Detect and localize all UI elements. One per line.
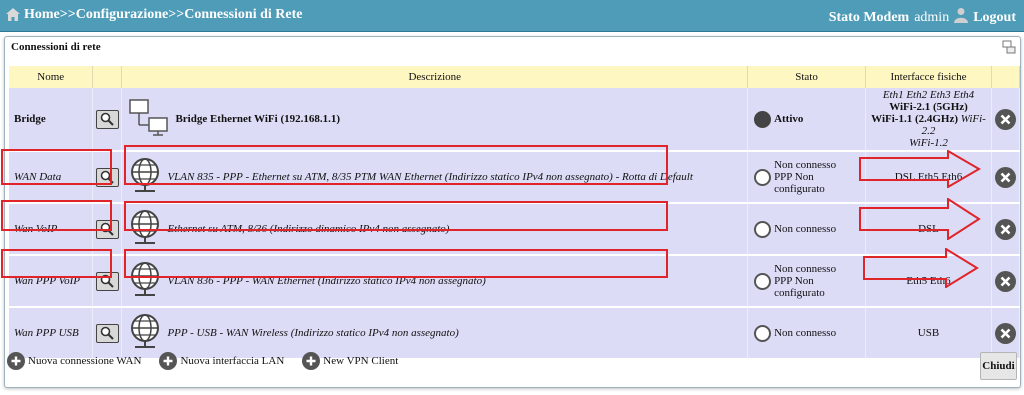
annotation-box-desc-wan-data	[124, 145, 668, 185]
physical-interfaces: USB	[917, 327, 940, 339]
status-subtext: PPP Non configurato	[774, 275, 825, 299]
connection-description: Bridge Ethernet WiFi (192.168.1.1)	[175, 113, 341, 125]
status-text: Non connesso	[774, 159, 837, 171]
delete-icon[interactable]	[994, 108, 1016, 130]
iface-line: WiFi-1.2	[909, 137, 948, 149]
plus-icon	[302, 352, 321, 370]
logout-link[interactable]: Logout	[973, 10, 1016, 26]
bottom-actions: Nuova connessione WAN Nuova interfaccia …	[7, 352, 398, 370]
connection-name: Wan PPP USB	[14, 327, 79, 339]
new-lan-label: Nuova interfaccia LAN	[180, 355, 285, 367]
status-active-icon	[754, 110, 772, 128]
user-icon	[954, 7, 969, 28]
column-header-interfacce: Interfacce fisiche	[865, 66, 992, 88]
status-inactive-icon	[754, 272, 772, 290]
delete-icon[interactable]	[994, 218, 1016, 240]
status-text: Attivo	[774, 113, 804, 125]
status-inactive-icon	[754, 324, 772, 342]
status-subtext: PPP Non configurato	[774, 171, 825, 195]
column-header-nome: Nome	[9, 66, 94, 88]
annotation-box-desc-wan-ppp-voip	[124, 249, 668, 278]
annotation-box-name-wan-data	[1, 149, 112, 185]
iface-line: WiFi-1.1 (2.4GHz)	[871, 113, 959, 125]
new-wan-connection-button[interactable]: Nuova connessione WAN	[7, 352, 141, 370]
delete-icon[interactable]	[994, 270, 1016, 292]
connection-description: PPP - USB - WAN Wireless (Indirizzo stat…	[167, 327, 459, 339]
iface-line: WiFi-2.1 (5GHz)	[889, 101, 968, 113]
column-header-view	[92, 66, 123, 88]
globe-icon	[129, 313, 161, 354]
stato-modem-link[interactable]: Stato Modem	[829, 10, 910, 26]
status-text: Non connesso	[774, 327, 837, 339]
new-vpn-label: New VPN Client	[323, 355, 399, 367]
status-inactive-icon	[754, 220, 772, 238]
panel-title: Connessioni di rete	[11, 41, 101, 53]
status-text: Non connesso	[774, 263, 837, 275]
delete-icon[interactable]	[994, 166, 1016, 188]
column-header-descrizione: Descrizione	[121, 66, 749, 88]
magnifier-icon[interactable]	[95, 323, 119, 343]
status-text: Non connesso	[774, 223, 837, 235]
new-vpn-client-button[interactable]: New VPN Client	[302, 352, 398, 370]
annotation-box-name-wan-ppp-voip	[1, 249, 112, 278]
annotation-box-desc-wan-voip	[124, 201, 668, 231]
plus-icon	[7, 352, 25, 370]
header-right: Stato Modem admin Logout	[829, 7, 1016, 28]
magnifier-icon[interactable]	[95, 109, 119, 129]
delete-icon[interactable]	[994, 322, 1016, 344]
column-header-delete	[991, 66, 1021, 88]
annotation-arrow-icon	[859, 150, 981, 188]
connection-name: Bridge	[14, 113, 46, 125]
plus-icon	[159, 352, 178, 370]
annotation-box-name-wan-voip	[1, 200, 112, 231]
table-row: Bridge Bridge Ethernet WiFi (192.168.1.1…	[9, 88, 1021, 152]
new-lan-interface-button[interactable]: Nuova interfaccia LAN	[159, 352, 284, 370]
breadcrumb[interactable]: Home>>Configurazione>>Connessioni di Ret…	[24, 7, 302, 23]
column-header-stato: Stato	[747, 66, 867, 88]
home-icon[interactable]	[6, 8, 20, 24]
iface-line: Eth1 Eth2 Eth3 Eth4	[882, 89, 975, 101]
top-bar: Home>>Configurazione>>Connessioni di Ret…	[0, 0, 1024, 32]
annotation-arrow-icon	[859, 198, 981, 240]
close-button[interactable]: Chiudi	[980, 352, 1017, 380]
panel-settings-icon[interactable]	[1002, 40, 1016, 57]
network-computers-icon	[129, 98, 169, 140]
new-wan-label: Nuova connessione WAN	[28, 355, 142, 367]
status-inactive-icon	[754, 168, 772, 186]
annotation-arrow-icon	[863, 248, 979, 288]
physical-interfaces: Eth1 Eth2 Eth3 Eth4 WiFi-2.1 (5GHz) WiFi…	[867, 89, 990, 149]
username: admin	[914, 9, 950, 25]
